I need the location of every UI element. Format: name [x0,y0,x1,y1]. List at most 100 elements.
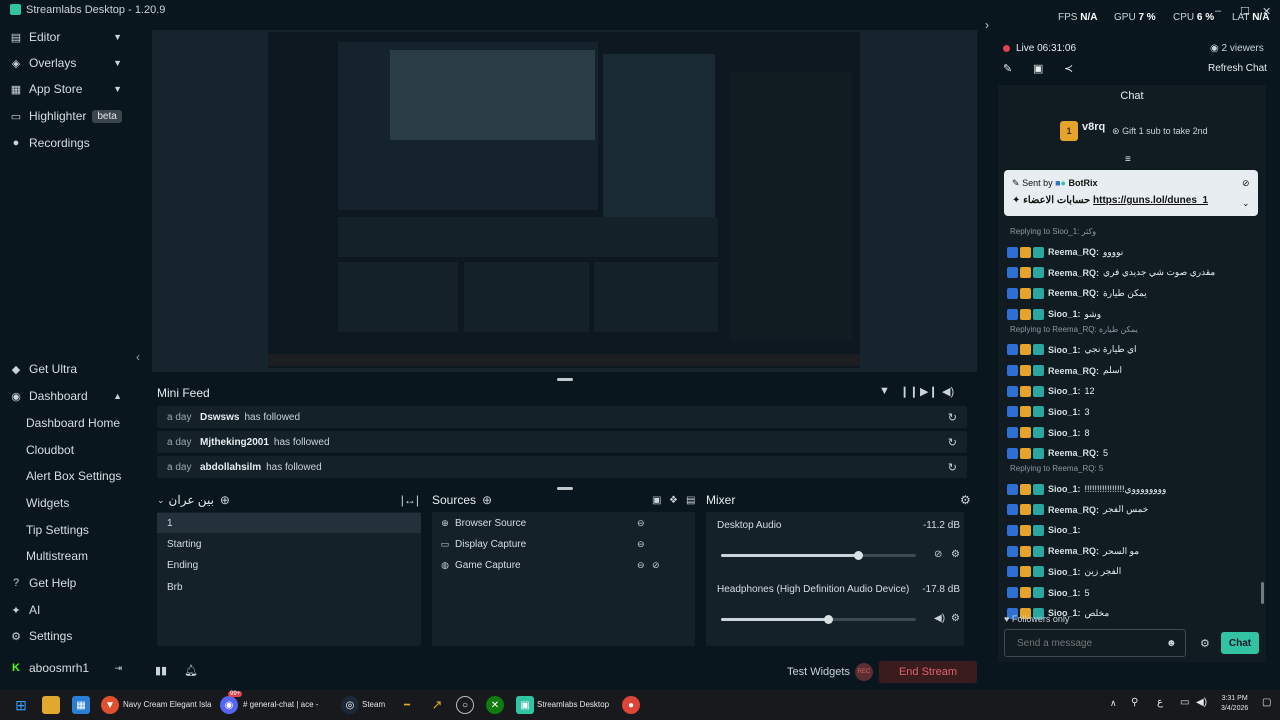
chat-username[interactable]: Sioo_1: [1048,309,1081,319]
refresh-chat-button[interactable]: Refresh Chat [1208,63,1267,74]
replay-icon[interactable]: ↻ [948,461,957,474]
rec-button[interactable]: REC [855,663,873,681]
sidebar-item-widgets[interactable]: Widgets [0,491,136,515]
sidebar-item-highlighter[interactable]: ▭ Highlighter beta [0,104,136,128]
windows-start-icon[interactable]: ⊞ [12,696,30,714]
gear-icon[interactable]: ⚙ [1200,637,1210,650]
sidebar-item-recordings[interactable]: ● Recordings [0,131,136,155]
replay-icon[interactable]: ↻ [948,436,957,449]
scene-collection-name[interactable]: بين عران [169,493,214,507]
logout-icon[interactable]: ⇥ [114,663,122,674]
app-icon[interactable]: ━ [398,696,416,714]
chat-username[interactable]: Sioo_1: [1048,567,1081,577]
chat-username[interactable]: Reema_RQ: [1048,505,1099,515]
scene-item[interactable]: Ending [157,555,421,575]
sidebar-user[interactable]: Kaboosmrh1 ⇥ [0,656,136,680]
chat-username[interactable]: Sioo_1: [1048,345,1081,355]
eye-hidden-icon[interactable]: ⊘ [652,560,660,571]
emoji-icon[interactable]: ☻ [1166,638,1177,649]
microsoft-store-icon[interactable]: ▦ [72,696,90,714]
sidebar-item-multistream[interactable]: Multistream [0,544,136,568]
discord-icon[interactable]: ◉ [220,696,238,714]
mute-icon[interactable]: ⊘ [934,549,942,560]
lock-icon[interactable]: ⊖ [637,560,645,571]
sidebar-item-dashboard-home[interactable]: Dashboard Home [0,411,136,435]
source-item[interactable]: ◍ Game Capture ⊖ ⊘ [432,555,694,575]
tray-chevron-icon[interactable]: ∧ [1110,698,1117,709]
arrow-app-icon[interactable]: ↗ [428,696,446,714]
add-folder-icon[interactable]: ▤ [686,495,695,506]
add-source-icon[interactable]: ⊕ [482,493,492,507]
chat-username[interactable]: Sioo_1: [1048,525,1081,535]
sidebar-item-dashboard[interactable]: ◉ Dashboard ▲ [0,384,136,408]
chat-username[interactable]: Reema_RQ: [1048,366,1099,376]
source-item[interactable]: ▭ Display Capture ⊖ [432,534,694,554]
sidebar-item-alert-box-settings[interactable]: Alert Box Settings [0,464,136,488]
chrome-icon[interactable]: ● [622,696,640,714]
source-item[interactable]: ⊕ Browser Source ⊖ [432,513,694,533]
sidebar-item-editor[interactable]: ▤ Editor ▼ [0,25,136,49]
chevron-down-icon[interactable]: ⌄ [157,495,165,506]
stream-preview[interactable] [268,32,860,368]
chat-username[interactable]: Reema_RQ: [1048,247,1099,257]
volume-icon[interactable]: ◀) [942,385,954,398]
speaker-icon[interactable]: ◀) [1196,697,1207,708]
replay-icon[interactable]: ↻ [948,411,957,424]
steam-icon[interactable]: ◎ [341,696,359,714]
scene-item[interactable]: Starting [157,534,421,554]
end-stream-button[interactable]: End Stream [879,661,977,683]
circle-app-icon[interactable]: ○ [456,696,474,714]
pinned-collapse-icon[interactable]: ≡ [1125,154,1131,165]
sidebar-item-tip-settings[interactable]: Tip Settings [0,518,136,542]
taskbar-item-label[interactable]: # general-chat | ace - [243,700,318,709]
network-icon[interactable]: ▭ [1180,697,1189,708]
minimize-icon[interactable]: – [1215,5,1221,17]
bell-icon[interactable]: 🔔︎ [184,665,198,677]
camera-icon[interactable]: ▣ [1033,62,1043,75]
share-icon[interactable]: ≺ [1064,62,1073,75]
volume-knob[interactable] [853,551,863,560]
streamlabs-icon[interactable]: ▣ [516,696,534,714]
maximize-icon[interactable]: ☐ [1240,5,1250,18]
chat-username[interactable]: Reema_RQ: [1048,546,1099,556]
group-icon[interactable]: ❖ [669,495,678,506]
scene-item[interactable]: 1 [157,513,421,533]
chat-scrollbar[interactable] [1261,582,1264,604]
pause-icon[interactable]: ❙❙ [900,385,918,398]
speaker-icon[interactable]: ◀) [934,613,945,624]
lock-icon[interactable]: ⊖ [637,518,645,529]
volume-slider[interactable] [721,615,916,624]
chat-username[interactable]: Sioo_1: [1048,428,1081,438]
file-explorer-icon[interactable] [42,696,60,714]
add-scene-icon[interactable]: ⊕ [220,493,230,507]
chat-username[interactable]: Sioo_1: [1048,386,1081,396]
chat-message-input[interactable] [1004,629,1186,657]
taskbar-item-label[interactable]: Navy Cream Elegant Isla [123,700,211,709]
chat-username[interactable]: Sioo_1: [1048,484,1081,494]
notification-center-icon[interactable]: ▢ [1262,697,1271,708]
stats-icon[interactable]: ▮▮ 🔔︎ [155,664,198,677]
sidebar-item-settings[interactable]: ⚙ Settings [0,624,136,648]
unpin-icon[interactable]: ⊘ [1242,178,1250,189]
edit-icon[interactable]: ✎ [1003,62,1012,75]
pinned-link[interactable]: https://guns.lol/dunes_1 [1093,195,1208,206]
gear-icon[interactable]: ⚙ [960,493,971,507]
close-icon[interactable]: ✕ [1262,5,1271,18]
language-indicator[interactable]: ع [1157,697,1163,708]
folder-icon[interactable]: ▣ [652,495,661,506]
send-chat-button[interactable]: Chat [1221,632,1259,654]
taskbar-item-label[interactable]: Streamlabs Desktop [537,700,609,709]
volume-slider[interactable] [721,551,916,560]
chat-username[interactable]: Sioo_1: [1048,407,1081,417]
resize-handle[interactable] [557,487,573,490]
sidebar-item-overlays[interactable]: ◈ Overlays ▼ [0,51,136,75]
taskbar-item-label[interactable]: Steam [362,700,385,709]
test-widgets-button[interactable]: Test Widgets [787,666,850,678]
sidebar-item-cloudbot[interactable]: Cloudbot [0,438,136,462]
chat-username[interactable]: Reema_RQ: [1048,268,1099,278]
chat-username[interactable]: Reema_RQ: [1048,448,1099,458]
filter-icon[interactable]: ▼ [879,385,890,397]
sidebar-item-get-ultra[interactable]: ◆ Get Ultra [0,357,136,381]
sidebar-item-ai[interactable]: ✦ AI [0,598,136,622]
xbox-icon[interactable]: ✕ [486,696,504,714]
